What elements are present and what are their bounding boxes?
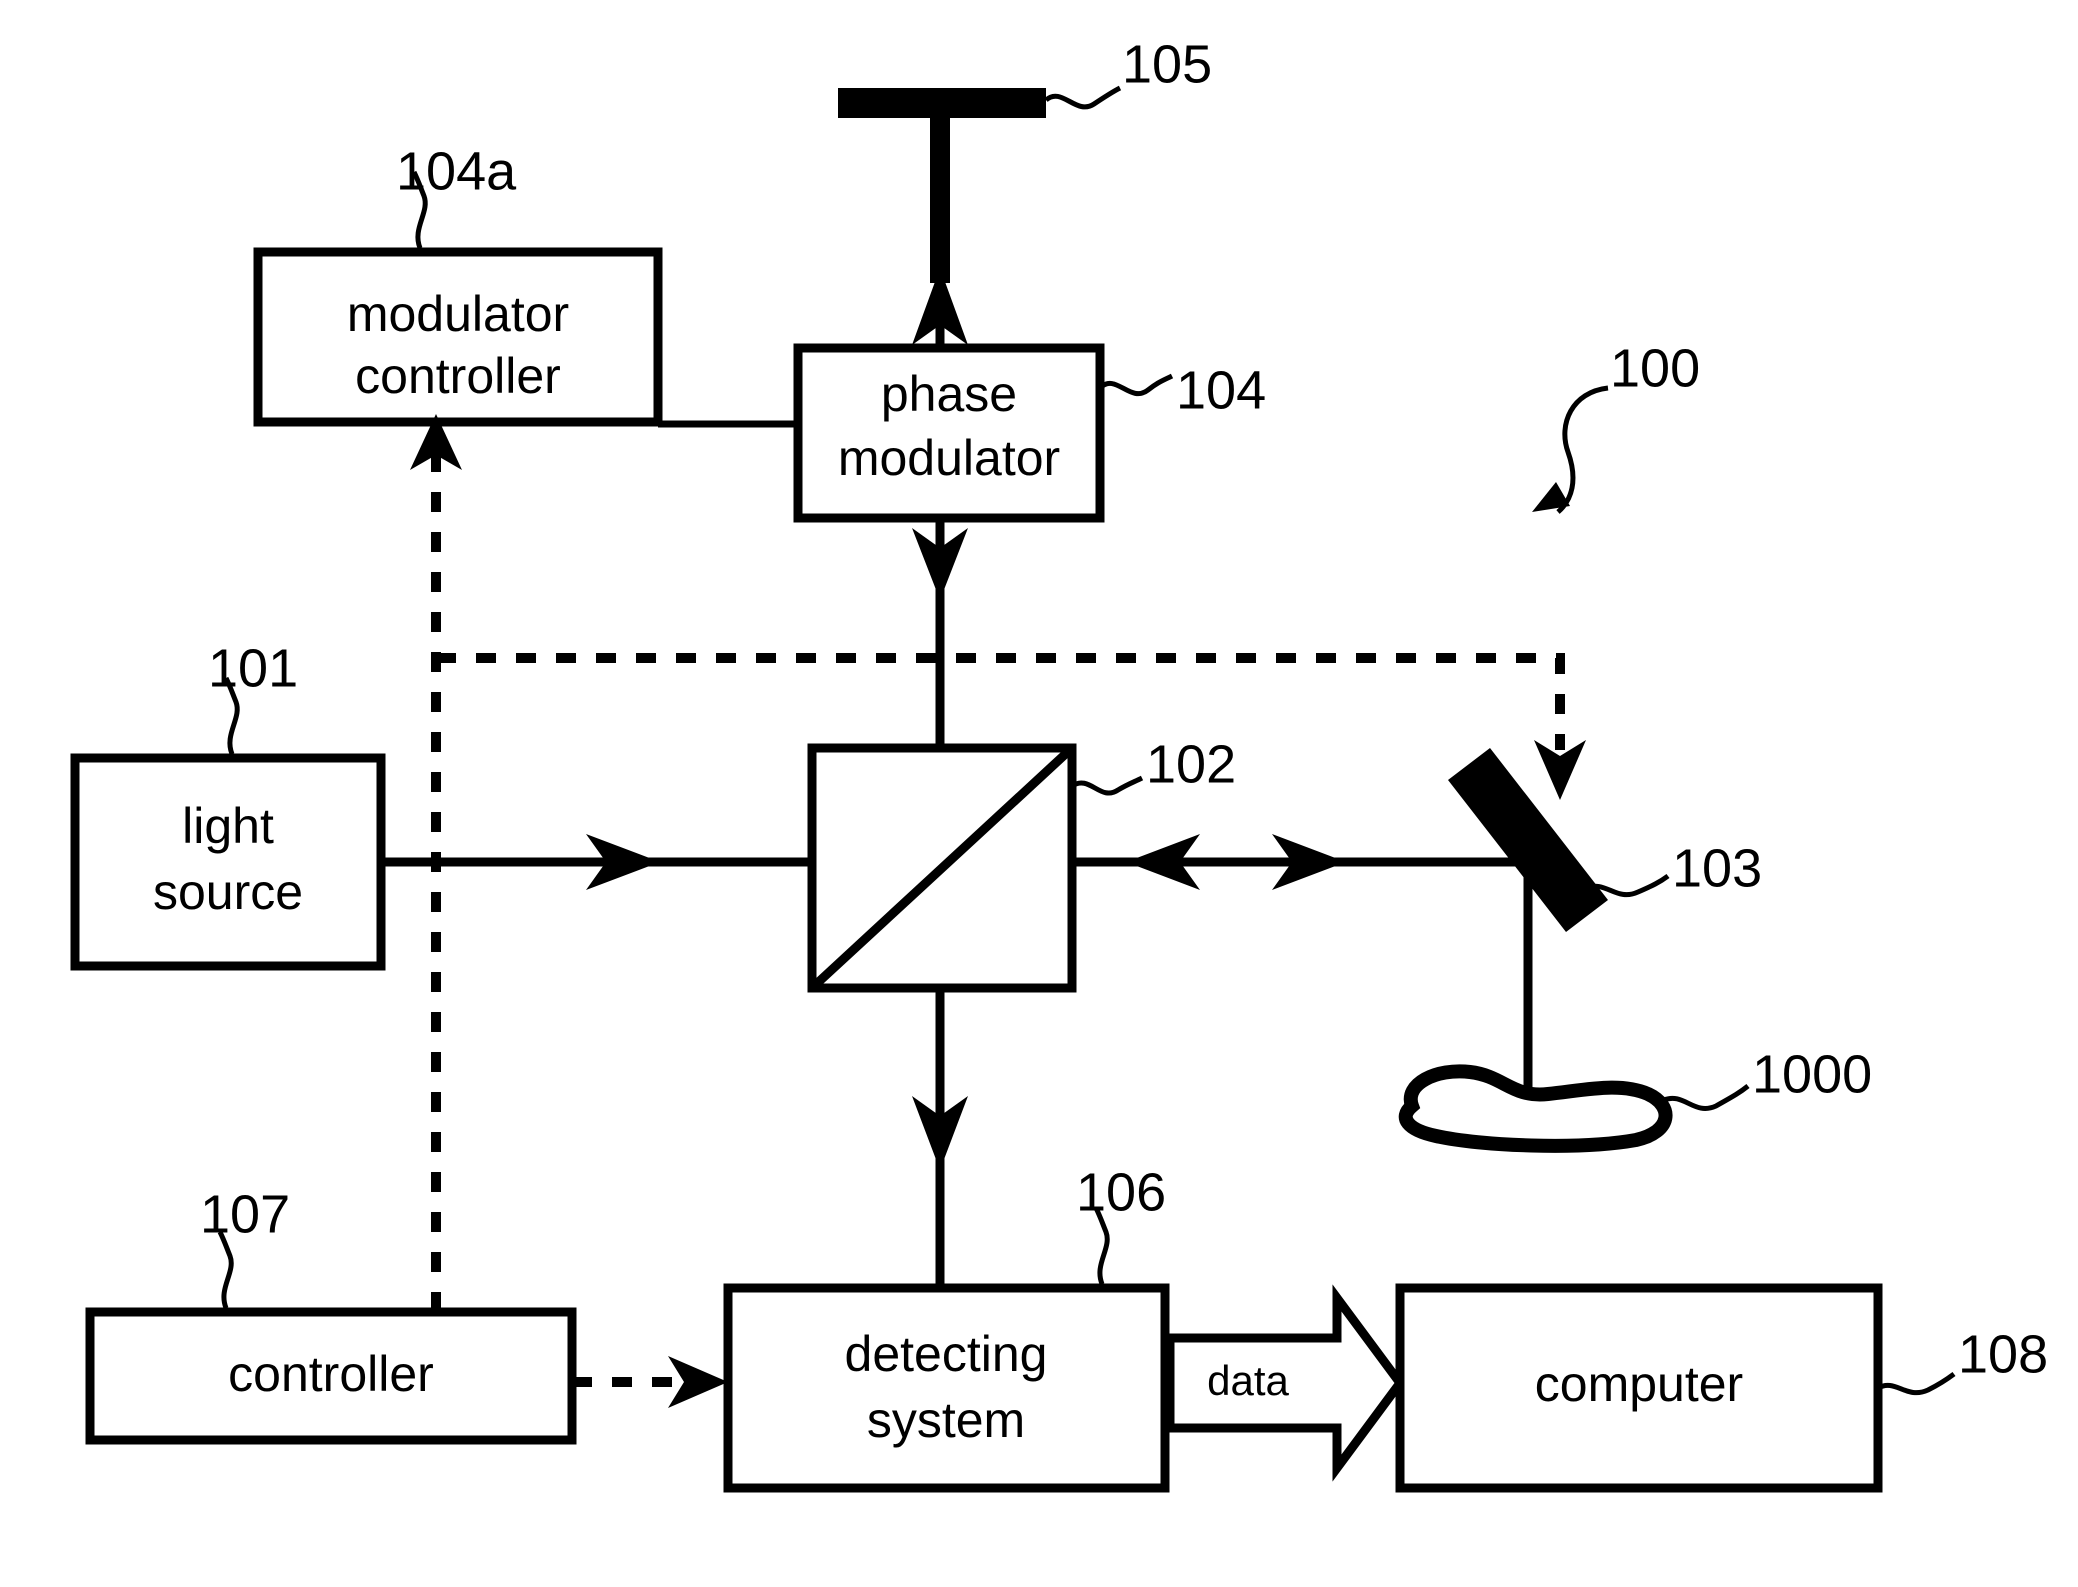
modulator-controller-label-line2: controller	[355, 348, 561, 404]
light-source-box[interactable]	[70, 753, 386, 971]
detecting-system-label-line2: system	[867, 1392, 1025, 1448]
block-controller[interactable]: controller	[85, 1307, 577, 1445]
ref-number-107: 107	[200, 1184, 290, 1244]
ref-number-105: 105	[1122, 34, 1212, 94]
light-source-label-line1: light	[182, 798, 274, 854]
controller-label: controller	[228, 1346, 434, 1402]
light-source-label-line2: source	[153, 864, 303, 920]
ref-leader-100	[1532, 385, 1609, 514]
ref-leader-102	[1070, 775, 1144, 796]
data-arrow-label: data	[1207, 1357, 1289, 1404]
ref-number-101: 101	[208, 638, 298, 698]
modulator-controller-label-line1: modulator	[347, 286, 569, 342]
ref-number-106: 106	[1076, 1162, 1166, 1222]
beam-source-to-splitter	[381, 834, 812, 890]
leader-line-108	[1876, 1371, 1956, 1396]
ref-leader-105	[1044, 85, 1122, 110]
beam-modulator-to-mirror	[912, 268, 968, 348]
ref-leader-108	[1876, 1371, 1956, 1396]
dotted-path-right-down	[436, 653, 1565, 750]
ref-number-103: 103	[1672, 838, 1762, 898]
phase-modulator-label-line1: phase	[881, 366, 1017, 422]
patent-figure: 105 modulator controller 104a phase modu…	[70, 34, 2048, 1493]
ref-leader-104	[1098, 373, 1174, 397]
detecting-system-label-line1: detecting	[845, 1326, 1048, 1382]
block-modulator-controller[interactable]: modulator controller	[253, 247, 663, 427]
leader-line-102	[1070, 775, 1144, 796]
sample-object-1000	[1398, 1064, 1673, 1153]
leader-line-100	[1556, 385, 1609, 514]
ref-number-108: 108	[1958, 1324, 2048, 1384]
figure-canvas: 105 modulator controller 104a phase modu…	[0, 0, 2078, 1587]
ref-number-100: 100	[1610, 338, 1700, 398]
sample-object-outline	[1398, 1064, 1673, 1153]
beam-splitter-to-detector	[912, 988, 968, 1288]
block-detecting-system[interactable]: detecting system	[723, 1283, 1170, 1493]
phase-modulator-label-line2: modulator	[838, 430, 1060, 486]
leader-line-1000	[1663, 1084, 1750, 1111]
leader-line-105	[1044, 85, 1122, 110]
ref-number-1000: 1000	[1752, 1044, 1872, 1104]
leader-line-104	[1098, 373, 1174, 397]
block-phase-modulator[interactable]: phase modulator	[793, 343, 1105, 523]
ref-number-102: 102	[1146, 734, 1236, 794]
detecting-system-box[interactable]	[723, 1283, 1170, 1493]
data-flow-arrow: data	[1165, 1284, 1406, 1482]
reference-mirror-bar	[838, 88, 1046, 118]
block-computer[interactable]: computer	[1395, 1283, 1883, 1493]
dotted-arrowhead-to-detector	[668, 1356, 728, 1408]
reference-mirror-stem	[930, 118, 950, 283]
computer-label: computer	[1535, 1356, 1743, 1412]
beam-modulator-to-splitter	[912, 518, 968, 748]
beam-splitter-to-mirror	[1072, 834, 1566, 890]
beam-splitter-102	[807, 743, 1077, 993]
block-light-source[interactable]: light source	[70, 753, 386, 971]
reference-mirror-105	[838, 88, 1046, 283]
ref-number-104: 104	[1176, 360, 1266, 420]
control-path-controller-to-detector	[572, 1356, 728, 1408]
ref-number-104a: 104a	[396, 141, 517, 201]
ref-leader-1000	[1663, 1084, 1750, 1111]
